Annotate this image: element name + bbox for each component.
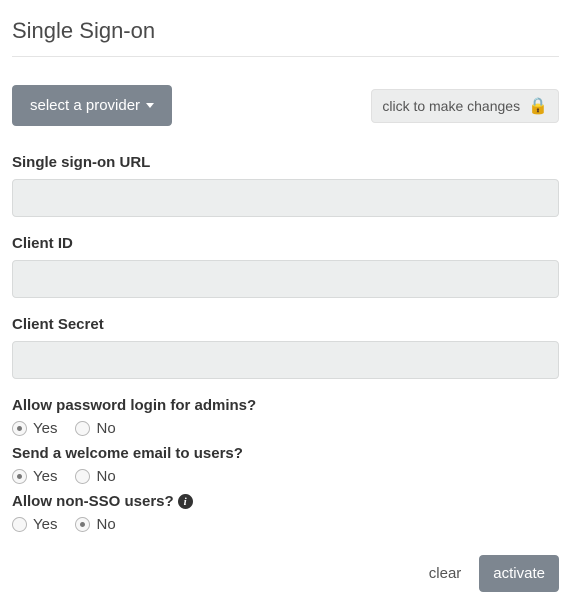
sso-url-field-group: Single sign-on URL — [12, 154, 559, 217]
activate-button[interactable]: activate — [479, 555, 559, 592]
radio-label: No — [96, 468, 115, 485]
radio-label: No — [96, 516, 115, 533]
non-sso-yes-option[interactable]: Yes — [12, 516, 57, 533]
radio-label: No — [96, 420, 115, 437]
unlock-pill[interactable]: click to make changes 🔒 — [371, 89, 559, 123]
radio-icon — [12, 517, 27, 532]
client-id-field-group: Client ID — [12, 235, 559, 298]
client-secret-field-group: Client Secret — [12, 316, 559, 379]
client-id-input[interactable] — [12, 260, 559, 298]
radio-icon — [75, 517, 90, 532]
radio-label: Yes — [33, 468, 57, 485]
non-sso-label: Allow non-SSO users? — [12, 493, 174, 510]
admin-password-yes-option[interactable]: Yes — [12, 420, 57, 437]
welcome-email-label: Send a welcome email to users? — [12, 445, 559, 462]
admin-password-label: Allow password login for admins? — [12, 397, 559, 414]
chevron-down-icon — [146, 103, 154, 108]
clear-button[interactable]: clear — [429, 565, 462, 582]
sso-url-input[interactable] — [12, 179, 559, 217]
radio-icon — [12, 421, 27, 436]
radio-label: Yes — [33, 516, 57, 533]
non-sso-no-option[interactable]: No — [75, 516, 115, 533]
select-provider-label: select a provider — [30, 97, 140, 114]
footer: clear activate — [12, 555, 559, 592]
welcome-email-question: Send a welcome email to users? Yes No — [12, 445, 559, 485]
admin-password-no-option[interactable]: No — [75, 420, 115, 437]
page-title: Single Sign-on — [12, 18, 559, 57]
client-secret-input[interactable] — [12, 341, 559, 379]
select-provider-dropdown[interactable]: select a provider — [12, 85, 172, 126]
radio-icon — [75, 469, 90, 484]
sso-url-label: Single sign-on URL — [12, 154, 559, 171]
welcome-email-yes-option[interactable]: Yes — [12, 468, 57, 485]
toolbar: select a provider click to make changes … — [12, 85, 559, 126]
client-id-label: Client ID — [12, 235, 559, 252]
info-icon[interactable]: i — [178, 494, 193, 509]
non-sso-question: Allow non-SSO users? i Yes No — [12, 493, 559, 533]
unlock-label: click to make changes — [382, 98, 520, 114]
lock-icon: 🔒 — [528, 96, 548, 116]
radio-label: Yes — [33, 420, 57, 437]
radio-icon — [12, 469, 27, 484]
radio-icon — [75, 421, 90, 436]
welcome-email-no-option[interactable]: No — [75, 468, 115, 485]
admin-password-question: Allow password login for admins? Yes No — [12, 397, 559, 437]
client-secret-label: Client Secret — [12, 316, 559, 333]
